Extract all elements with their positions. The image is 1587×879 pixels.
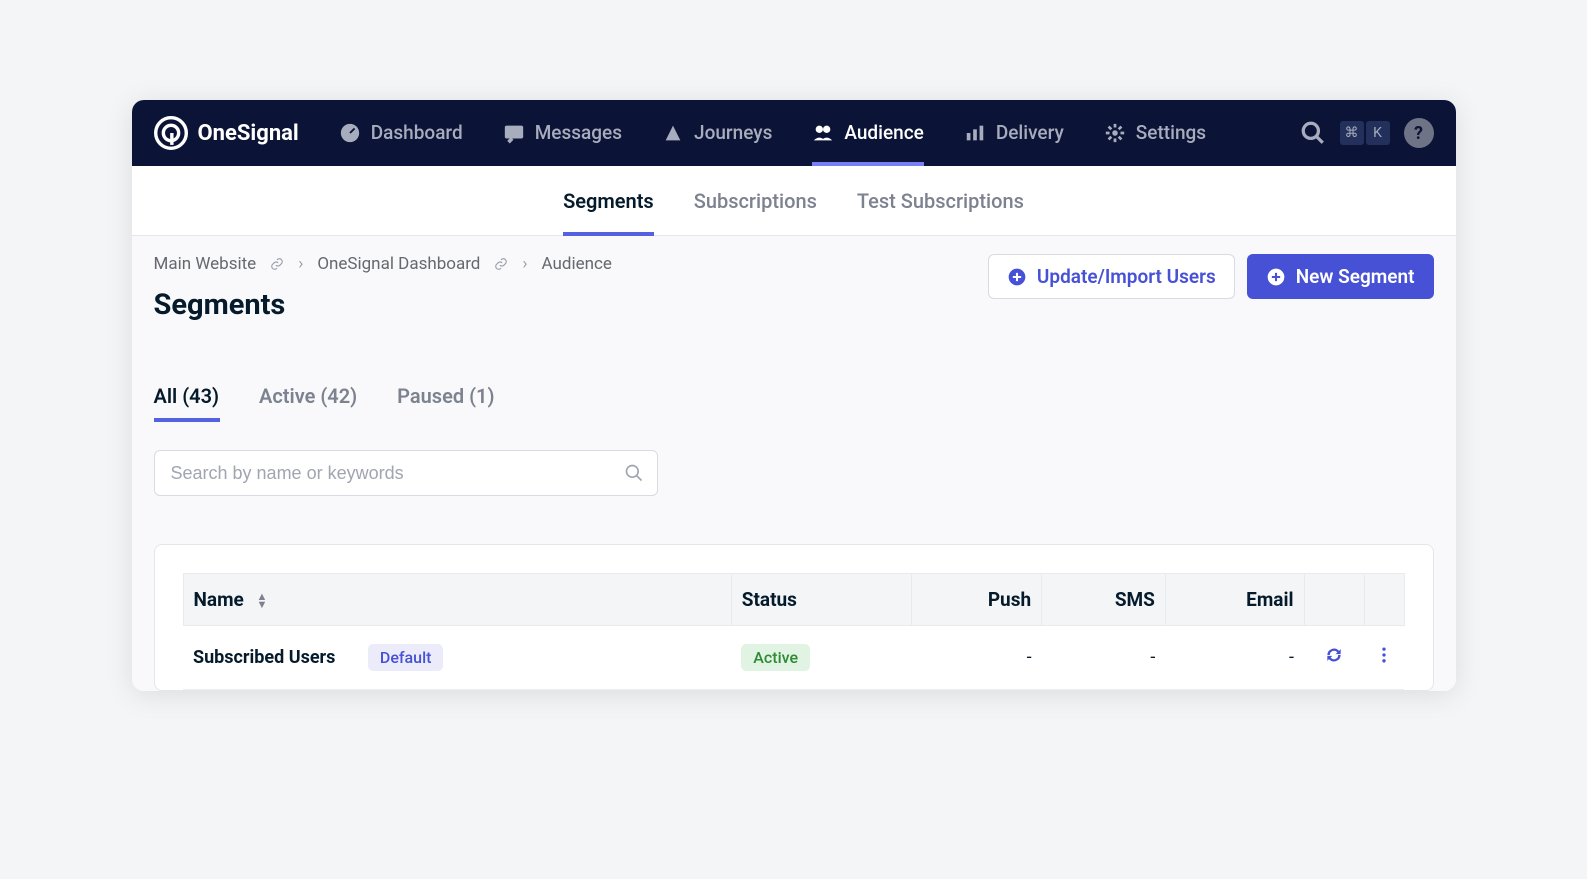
nav-audience-label: Audience bbox=[844, 100, 923, 166]
audience-icon bbox=[812, 122, 834, 144]
link-icon bbox=[270, 257, 284, 271]
nav-items: Dashboard Messages Journeys Audience Del… bbox=[339, 100, 1260, 166]
col-status[interactable]: Status bbox=[731, 574, 911, 626]
brand[interactable]: OneSignal bbox=[154, 116, 299, 150]
sub-nav: Segments Subscriptions Test Subscription… bbox=[132, 166, 1456, 236]
nav-journeys[interactable]: Journeys bbox=[662, 100, 772, 166]
messages-icon bbox=[503, 122, 525, 144]
filter-paused[interactable]: Paused (1) bbox=[397, 384, 494, 422]
col-menu bbox=[1364, 574, 1404, 626]
table-card: Name ▲▼ Status Push SMS Email Su bbox=[154, 544, 1434, 691]
help-button[interactable]: ? bbox=[1404, 118, 1434, 148]
default-badge: Default bbox=[368, 644, 444, 671]
filter-tabs: All (43) Active (42) Paused (1) bbox=[154, 384, 1434, 422]
brand-logo-icon bbox=[154, 116, 188, 150]
row-name: Subscribed Users bbox=[193, 647, 335, 668]
topbar: Main Website › OneSignal Dashboard › Aud… bbox=[154, 254, 1434, 322]
app-window: OneSignal Dashboard Messages Journeys Au… bbox=[132, 100, 1456, 691]
link-icon bbox=[494, 257, 508, 271]
search-icon bbox=[1300, 120, 1326, 146]
nav-dashboard[interactable]: Dashboard bbox=[339, 100, 463, 166]
plus-circle-icon bbox=[1007, 267, 1027, 287]
crumb-audience: Audience bbox=[542, 254, 612, 274]
col-name-label: Name bbox=[194, 588, 244, 611]
settings-icon bbox=[1104, 122, 1126, 144]
col-email[interactable]: Email bbox=[1165, 574, 1304, 626]
dashboard-icon bbox=[339, 122, 361, 144]
col-refresh bbox=[1304, 574, 1364, 626]
page-title: Segments bbox=[154, 288, 612, 322]
update-import-label: Update/Import Users bbox=[1037, 265, 1216, 288]
nav-settings[interactable]: Settings bbox=[1104, 100, 1206, 166]
journeys-icon bbox=[662, 122, 684, 144]
col-push[interactable]: Push bbox=[911, 574, 1041, 626]
chevron-right-icon: › bbox=[522, 254, 527, 274]
kbd-k: K bbox=[1366, 121, 1390, 145]
segments-table: Name ▲▼ Status Push SMS Email Su bbox=[183, 573, 1405, 690]
search-button[interactable] bbox=[1300, 120, 1326, 146]
new-segment-button[interactable]: New Segment bbox=[1247, 254, 1434, 299]
new-segment-label: New Segment bbox=[1296, 265, 1415, 288]
plus-circle-icon bbox=[1266, 267, 1286, 287]
nav-settings-label: Settings bbox=[1136, 100, 1206, 166]
search-icon bbox=[624, 463, 644, 483]
delivery-icon bbox=[964, 122, 986, 144]
row-push: - bbox=[911, 626, 1041, 690]
more-icon[interactable] bbox=[1374, 645, 1394, 665]
tab-test-subscriptions[interactable]: Test Subscriptions bbox=[857, 166, 1024, 236]
content: Main Website › OneSignal Dashboard › Aud… bbox=[132, 236, 1456, 691]
col-name[interactable]: Name ▲▼ bbox=[183, 574, 731, 626]
nav-messages-label: Messages bbox=[535, 100, 622, 166]
tab-subscriptions[interactable]: Subscriptions bbox=[694, 166, 817, 236]
chevron-right-icon: › bbox=[298, 254, 303, 274]
row-sms: - bbox=[1042, 626, 1166, 690]
kbd-cmd: ⌘ bbox=[1340, 121, 1364, 145]
breadcrumb: Main Website › OneSignal Dashboard › Aud… bbox=[154, 254, 612, 274]
search-wrap bbox=[154, 450, 658, 496]
nav-audience[interactable]: Audience bbox=[812, 100, 923, 166]
crumb-onesignal-dashboard[interactable]: OneSignal Dashboard bbox=[317, 254, 480, 274]
help-icon: ? bbox=[1414, 123, 1423, 144]
row-email: - bbox=[1165, 626, 1304, 690]
sort-icon: ▲▼ bbox=[257, 593, 268, 609]
refresh-icon[interactable] bbox=[1324, 645, 1344, 665]
col-sms[interactable]: SMS bbox=[1042, 574, 1166, 626]
table-row[interactable]: Subscribed Users Default Active - - - bbox=[183, 626, 1404, 690]
nav-delivery-label: Delivery bbox=[996, 100, 1064, 166]
filter-active[interactable]: Active (42) bbox=[259, 384, 357, 422]
nav-journeys-label: Journeys bbox=[694, 100, 772, 166]
nav-messages[interactable]: Messages bbox=[503, 100, 622, 166]
status-badge: Active bbox=[741, 644, 810, 671]
actions: Update/Import Users New Segment bbox=[988, 254, 1434, 299]
top-nav: OneSignal Dashboard Messages Journeys Au… bbox=[132, 100, 1456, 166]
nav-dashboard-label: Dashboard bbox=[371, 100, 463, 166]
search-input[interactable] bbox=[154, 450, 658, 496]
update-import-button[interactable]: Update/Import Users bbox=[988, 254, 1235, 299]
tab-segments[interactable]: Segments bbox=[563, 166, 654, 236]
nav-right: ⌘ K ? bbox=[1300, 118, 1434, 148]
crumb-main-website[interactable]: Main Website bbox=[154, 254, 257, 274]
brand-label: OneSignal bbox=[198, 121, 299, 146]
filter-all[interactable]: All (43) bbox=[154, 384, 220, 422]
keyboard-shortcut: ⌘ K bbox=[1340, 121, 1390, 145]
nav-delivery[interactable]: Delivery bbox=[964, 100, 1064, 166]
